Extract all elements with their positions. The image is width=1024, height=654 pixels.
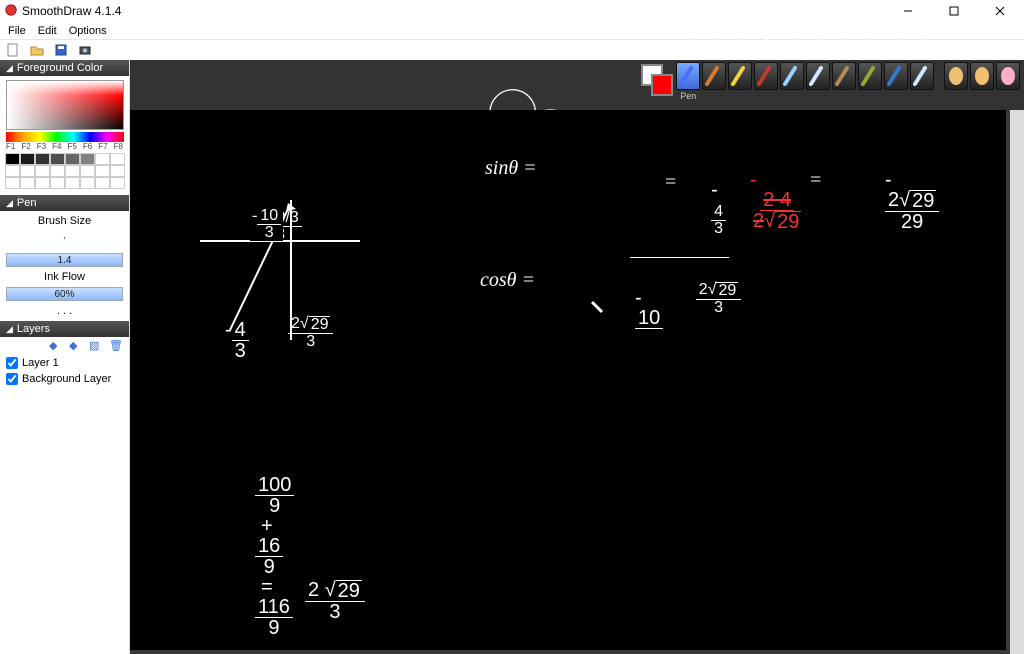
camera-button[interactable]: [76, 42, 94, 58]
tool-button-7[interactable]: 7: [832, 62, 856, 102]
brush-preview: ·: [6, 227, 123, 249]
equals-2: =: [810, 170, 821, 190]
brush-size-value: 1.4: [58, 255, 72, 266]
tool-button-finger[interactable]: [970, 62, 994, 102]
drawing-canvas[interactable]: - -10/33 -103 -43 2√29 3 sinθ =: [130, 110, 1006, 650]
collapse-icon: ◢: [6, 324, 13, 335]
hue-labels: F1F2 F3F4 F5F6 F7F8: [4, 142, 125, 151]
open-file-button[interactable]: [28, 42, 46, 58]
point-top-label: -103: [250, 208, 283, 241]
foreground-swatch[interactable]: [651, 74, 673, 96]
side-panel: ◢ Foreground Color F1F2 F3F4 F5F6 F7F8: [0, 60, 130, 654]
sin-lhs: sinθ =: [485, 158, 537, 178]
vertical-scrollbar[interactable]: [1010, 110, 1024, 654]
file-toolbar: [0, 40, 1024, 60]
app-icon: [4, 3, 18, 20]
equals-1: =: [665, 172, 676, 192]
hypotenuse-label: 2√29 3: [248, 300, 333, 366]
new-file-button[interactable]: [4, 42, 22, 58]
more-button[interactable]: . . .: [6, 305, 123, 317]
save-file-button[interactable]: [52, 42, 70, 58]
tool-button-5[interactable]: 5: [780, 62, 804, 102]
close-button[interactable]: [986, 6, 1014, 16]
sin-mid-struck: - 2 4 2√29: [700, 150, 804, 252]
ink-flow-label: Ink Flow: [6, 271, 123, 283]
pen-header[interactable]: ◢ Pen: [0, 195, 129, 211]
layer-visible-checkbox[interactable]: [6, 357, 18, 369]
foreground-color-header[interactable]: ◢ Foreground Color: [0, 60, 129, 76]
layer-row[interactable]: Layer 1: [0, 355, 129, 371]
ink-flow-slider[interactable]: 60%: [6, 287, 123, 301]
menu-options[interactable]: Options: [63, 25, 113, 37]
sin-result: - 2√29 29: [835, 150, 939, 252]
brush-size-slider[interactable]: 1.4: [6, 253, 123, 267]
collapse-icon: ◢: [6, 198, 13, 209]
title-bar: SmoothDraw 4.1.4: [0, 0, 1024, 22]
pen-label: Pen: [17, 197, 37, 209]
work-area: 1Pen234567890 - -10/33 -103 -43: [130, 60, 1024, 654]
color-picker[interactable]: F1F2 F3F4 F5F6 F7F8: [0, 76, 129, 195]
color-swatch-pair[interactable]: [641, 64, 660, 98]
layer-up-icon[interactable]: ◆: [49, 339, 63, 353]
menu-edit[interactable]: Edit: [32, 25, 63, 37]
tool-button-3[interactable]: 3: [728, 62, 752, 102]
tool-button-0[interactable]: 0: [910, 62, 934, 102]
tool-button-6[interactable]: 6: [806, 62, 830, 102]
layer-visible-checkbox[interactable]: [6, 373, 18, 385]
tool-button-1[interactable]: 1Pen: [676, 62, 700, 102]
hyp-result: 2 √29 3: [255, 560, 365, 642]
tool-button-2[interactable]: 2: [702, 62, 726, 102]
menu-file[interactable]: File: [2, 25, 32, 37]
tool-button-4[interactable]: 4: [754, 62, 778, 102]
layer-name: Layer 1: [22, 357, 59, 369]
window-title: SmoothDraw 4.1.4: [22, 4, 121, 18]
layers-toolbar: ◆ ◆ ▧ 🗑: [0, 337, 129, 355]
layer-down-icon[interactable]: ◆: [69, 339, 83, 353]
minimize-button[interactable]: [894, 6, 922, 16]
tool-button-eraser[interactable]: [996, 62, 1020, 102]
point-left-label: -43: [175, 300, 249, 381]
layers-header[interactable]: ◢ Layers: [0, 321, 129, 337]
tool-button-9[interactable]: 9: [884, 62, 908, 102]
new-layer-icon[interactable]: ▧: [89, 339, 103, 353]
hue-strip[interactable]: [6, 132, 124, 142]
maximize-button[interactable]: [940, 6, 968, 16]
tool-button-hand[interactable]: [944, 62, 968, 102]
cos-lhs: cosθ =: [480, 270, 535, 290]
pen-cursor: [590, 300, 604, 314]
ink-flow-value: 60%: [54, 289, 74, 300]
brush-size-label: Brush Size: [6, 215, 123, 227]
layer-row[interactable]: Background Layer: [0, 371, 129, 387]
cos-rhs: - 10: [585, 268, 663, 369]
delete-layer-icon[interactable]: 🗑: [109, 339, 123, 353]
tool-button-8[interactable]: 8: [858, 62, 882, 102]
swatch-grid[interactable]: [5, 153, 125, 189]
tool-toolbar: 1Pen234567890: [130, 60, 1024, 110]
layers-label: Layers: [17, 323, 50, 335]
foreground-color-label: Foreground Color: [17, 62, 103, 74]
collapse-icon: ◢: [6, 63, 13, 74]
layer-name: Background Layer: [22, 373, 111, 385]
